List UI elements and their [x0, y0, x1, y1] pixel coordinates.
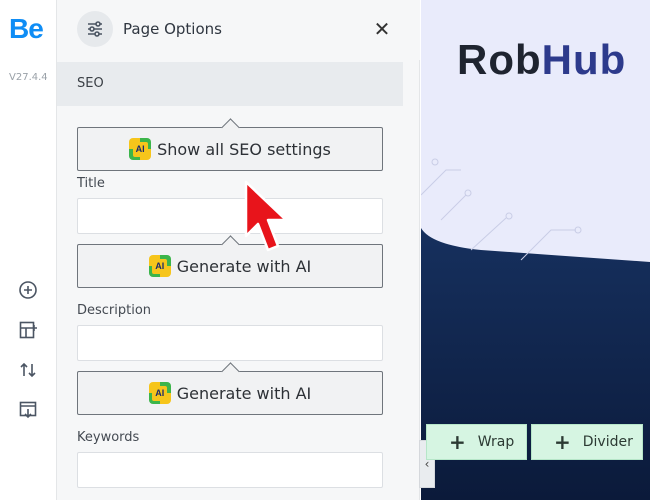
add-wrap-label: Wrap	[477, 434, 515, 450]
show-seo-settings-button[interactable]: AI Show all SEO settings	[77, 127, 383, 171]
close-icon[interactable]: ✕	[371, 17, 393, 41]
add-wrap-button[interactable]: + Wrap	[426, 424, 527, 460]
add-circle-icon[interactable]	[16, 278, 40, 302]
panel-header: Page Options ✕	[57, 0, 420, 60]
keywords-input[interactable]	[77, 452, 383, 488]
import-icon[interactable]	[16, 398, 40, 422]
page-options-panel: Page Options ✕ SEO AI Show all SEO setti…	[57, 0, 420, 500]
plus-icon: +	[449, 430, 466, 454]
ai-chip-icon: AI	[148, 382, 171, 404]
left-rail: Be V27.4.4	[0, 0, 57, 500]
sort-arrows-icon[interactable]	[16, 358, 40, 382]
keywords-label: Keywords	[77, 430, 140, 445]
ai-chip-icon: AI	[148, 255, 171, 277]
description-input[interactable]	[77, 325, 383, 361]
show-seo-settings-label: Show all SEO settings	[157, 139, 331, 159]
builder-logo: Be	[9, 13, 44, 44]
generate-description-button[interactable]: AI Generate with AI	[77, 371, 383, 415]
red-cursor-arrow-icon	[244, 180, 288, 252]
circuit-decoration	[421, 158, 582, 261]
plus-icon: +	[554, 430, 571, 454]
generate-title-button[interactable]: AI Generate with AI	[77, 244, 383, 288]
title-label: Title	[77, 176, 105, 191]
brand-part-1: Rob	[457, 36, 542, 83]
add-divider-label: Divider	[582, 434, 633, 450]
description-label: Description	[77, 303, 152, 318]
panel-title: Page Options	[123, 20, 222, 38]
brand-logo: RobHub	[457, 36, 626, 84]
title-input[interactable]	[77, 198, 383, 234]
add-divider-button[interactable]: + Divider	[531, 424, 643, 460]
version-label: V27.4.4	[9, 72, 48, 83]
brand-part-2: Hub	[541, 36, 627, 83]
generate-description-label: Generate with AI	[176, 383, 312, 403]
layout-add-icon[interactable]	[16, 318, 40, 342]
ai-chip-icon: AI	[129, 138, 152, 160]
sliders-icon	[77, 11, 113, 47]
seo-section-header[interactable]: SEO	[57, 62, 403, 106]
